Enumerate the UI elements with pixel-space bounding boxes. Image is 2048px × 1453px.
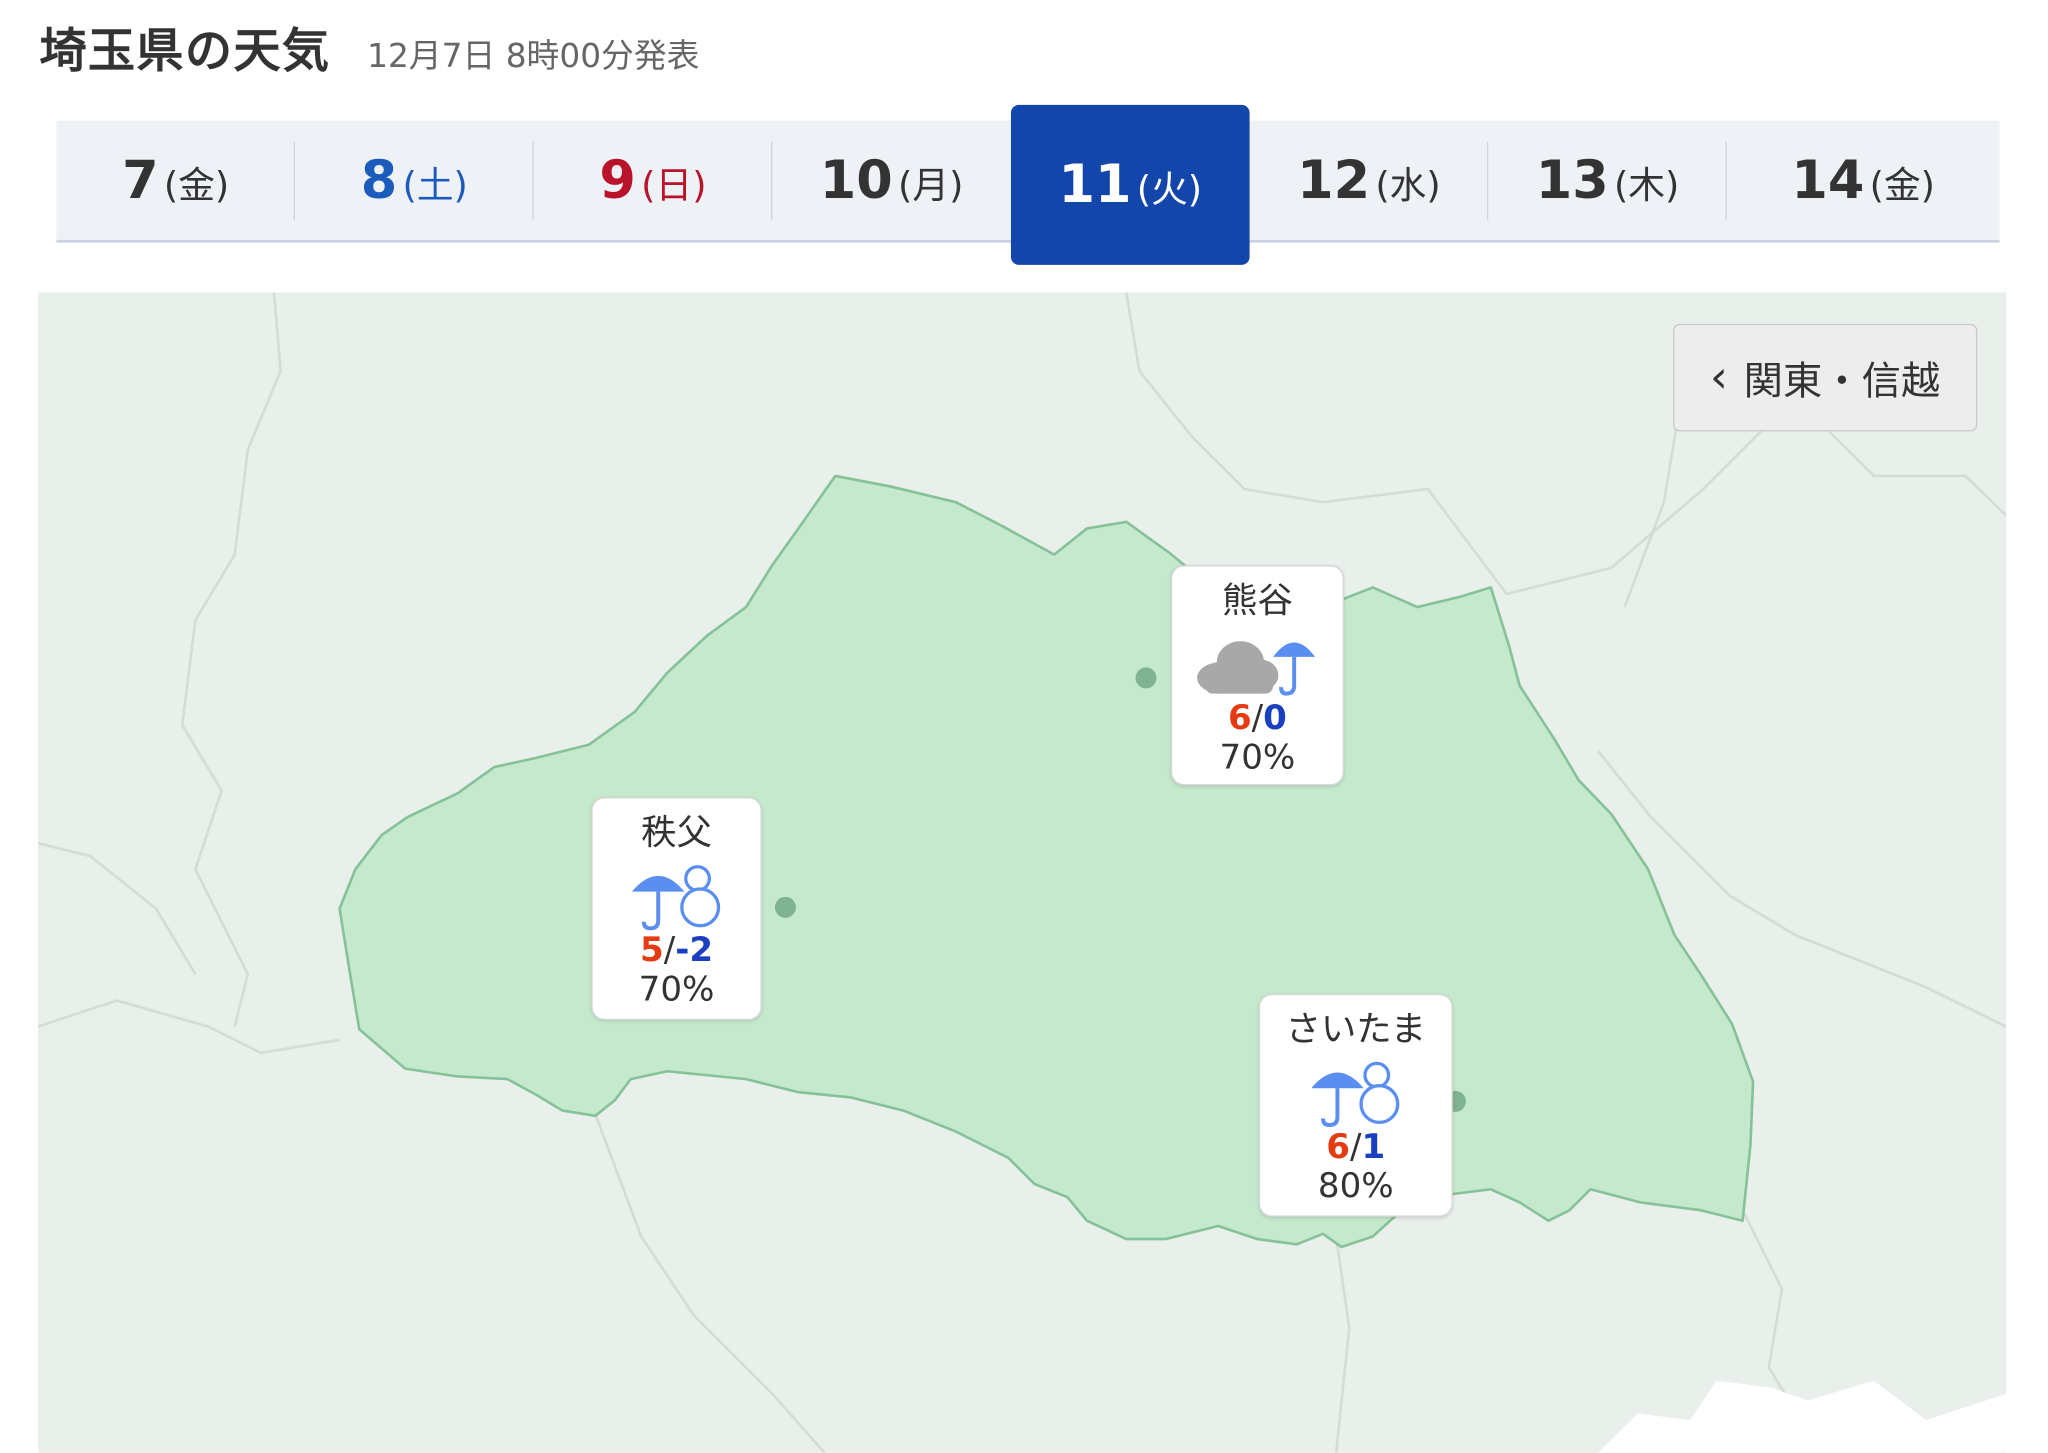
date-tab-14[interactable]: 14 (金) xyxy=(1727,121,2000,240)
date-tab-7[interactable]: 7 (金) xyxy=(56,121,296,240)
date-weekday: (土) xyxy=(402,163,468,207)
precip-chance: 70% xyxy=(638,970,715,1010)
saitama-prefecture-shape xyxy=(338,474,1755,1249)
page-title: 埼玉県の天気 xyxy=(39,24,331,79)
date-weekday: (金) xyxy=(1869,163,1936,207)
temperature: 6/0 xyxy=(1227,698,1287,739)
date-day: 12 xyxy=(1297,150,1371,211)
border-line xyxy=(38,999,340,1055)
date-day: 11 xyxy=(1058,154,1132,216)
date-weekday: (月) xyxy=(898,163,964,207)
temperature: 5/-2 xyxy=(640,930,714,971)
high-temp: 6 xyxy=(1227,698,1252,739)
date-day: 13 xyxy=(1535,150,1609,211)
city-card-saitama[interactable]: さいたま 6/1 80% xyxy=(1258,993,1453,1217)
announce-time: 12月7日 8時00分発表 xyxy=(367,36,700,75)
prefecture-map xyxy=(38,292,2007,1453)
region-button-label: 関東・信越 xyxy=(1743,359,1941,406)
date-weekday: (日) xyxy=(641,163,707,207)
city-card-kumagaya[interactable]: 熊谷 6/0 70% xyxy=(1170,565,1344,786)
header: 埼玉県の天気 12月7日 8時00分発表 xyxy=(39,13,699,81)
date-day: 9 xyxy=(599,150,636,211)
border-line xyxy=(180,292,282,1027)
date-day: 14 xyxy=(1791,150,1865,211)
date-weekday: (木) xyxy=(1613,163,1680,207)
low-temp: 0 xyxy=(1263,698,1287,739)
cloudy-then-rain-icon xyxy=(1197,641,1316,696)
date-tab-10[interactable]: 10 (月) xyxy=(772,121,1011,240)
date-day: 10 xyxy=(819,150,893,211)
border-line xyxy=(1623,423,1679,608)
date-weekday: (金) xyxy=(163,163,230,207)
border-line xyxy=(38,841,197,975)
chevron-left-icon: ‹ xyxy=(1710,351,1728,404)
date-tab-12[interactable]: 12 (水) xyxy=(1250,121,1489,240)
weather-map[interactable]: ‹ 関東・信越 熊谷 6/0 70% 秩父 5/-2 70% さいたま 6/1 … xyxy=(38,292,2007,1453)
date-weekday: (火) xyxy=(1136,167,1203,212)
rain-or-snow-icon xyxy=(1311,1061,1400,1127)
temperature: 6/1 xyxy=(1326,1127,1386,1167)
region-back-button[interactable]: ‹ 関東・信越 xyxy=(1673,323,1978,432)
city-marker-kumagaya[interactable] xyxy=(1135,667,1157,689)
city-card-chichibu[interactable]: 秩父 5/-2 70% xyxy=(591,797,762,1021)
date-day: 8 xyxy=(360,150,398,211)
date-tab-8[interactable]: 8 (土) xyxy=(295,121,534,240)
city-name: 熊谷 xyxy=(1222,580,1293,622)
date-tabs: 7 (金) 8 (土) 9 (日) 10 (月) 11 (火) 12 (水) 13 (木) 1… xyxy=(56,104,2000,265)
date-tab-11-selected[interactable]: 11 (火) xyxy=(1010,104,1250,265)
date-weekday: (水) xyxy=(1375,163,1441,207)
precip-chance: 70% xyxy=(1219,738,1296,778)
high-temp: 6 xyxy=(1326,1127,1351,1167)
high-temp: 5 xyxy=(640,930,664,971)
precip-chance: 80% xyxy=(1317,1166,1394,1207)
date-tab-13[interactable]: 13 (木) xyxy=(1488,121,1727,240)
low-temp: 1 xyxy=(1361,1127,1386,1167)
date-tab-9[interactable]: 9 (日) xyxy=(534,121,773,240)
bay-area xyxy=(1598,1380,2007,1453)
low-temp: -2 xyxy=(675,930,714,971)
city-name: 秩父 xyxy=(641,812,712,854)
border-line xyxy=(1506,422,2007,596)
border-line xyxy=(1125,292,1508,595)
date-day: 7 xyxy=(122,150,159,211)
rain-or-snow-icon xyxy=(631,865,721,931)
city-marker-chichibu[interactable] xyxy=(774,896,796,918)
border-line xyxy=(1334,1236,1351,1453)
city-name: さいたま xyxy=(1285,1009,1427,1051)
